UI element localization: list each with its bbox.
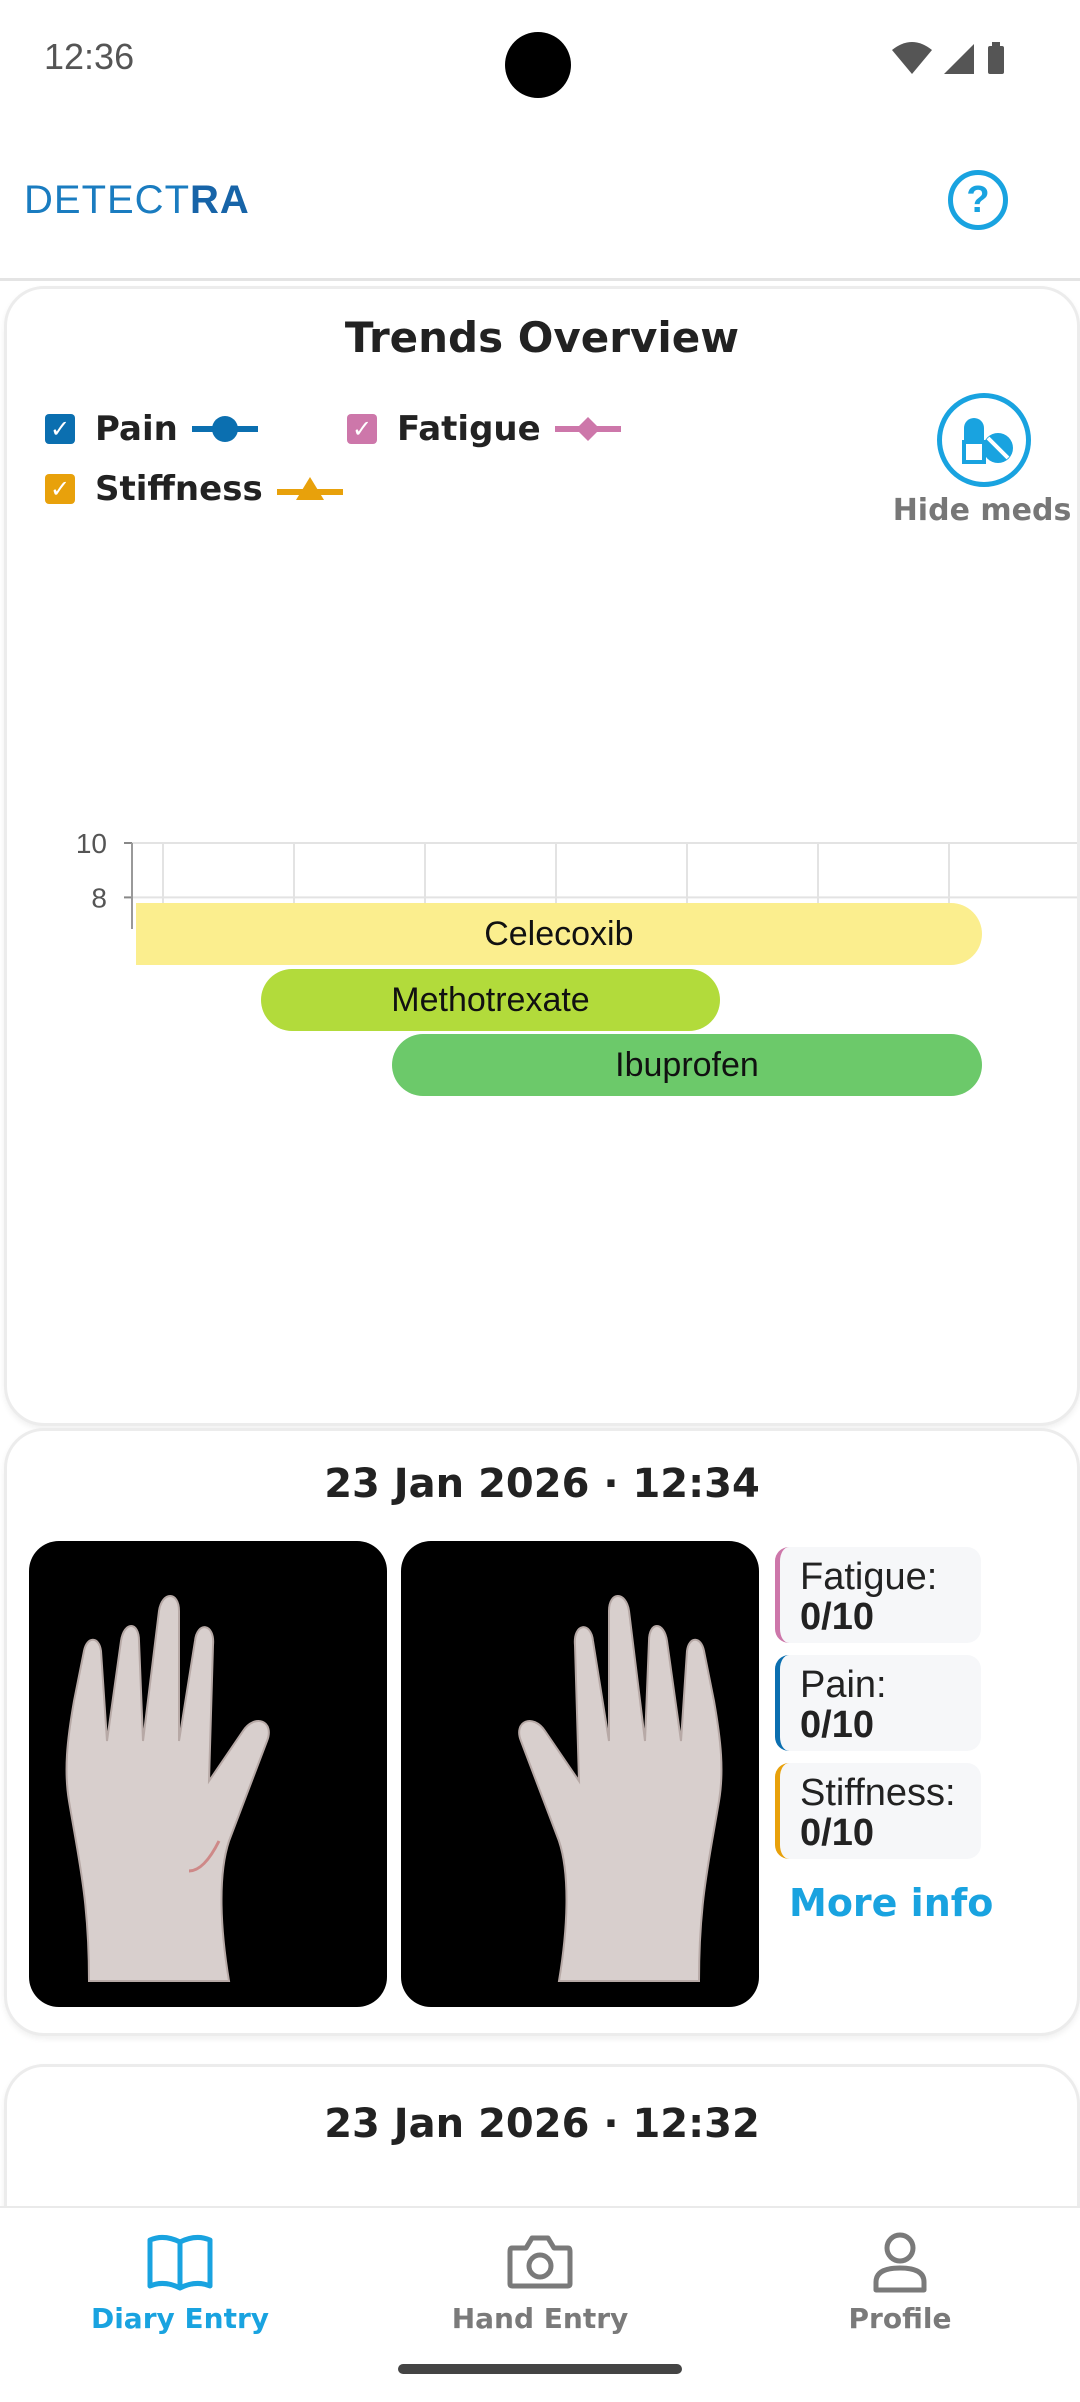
legend-stiffness[interactable]: ✓ Stiffness xyxy=(45,469,345,509)
battery-icon xyxy=(988,46,1004,74)
legend-pain[interactable]: ✓ Pain xyxy=(45,409,260,449)
help-icon[interactable]: ? xyxy=(948,170,1008,230)
pain-stat: Pain: 0/10 xyxy=(775,1655,981,1751)
stat-label: Pain: xyxy=(800,1664,887,1706)
hide-meds-label: Hide meds xyxy=(892,493,1072,528)
legend-fatigue[interactable]: ✓ Fatigue xyxy=(347,409,623,449)
nav-profile[interactable]: Profile xyxy=(720,2208,1080,2402)
left-hand-photo[interactable] xyxy=(29,1541,387,2007)
fatigue-checkbox[interactable]: ✓ xyxy=(347,414,377,444)
medication-name: Ibuprofen xyxy=(615,1045,759,1084)
right-hand-photo[interactable] xyxy=(401,1541,759,2007)
legend-fatigue-label: Fatigue xyxy=(397,409,541,449)
stiffness-line-icon xyxy=(276,477,343,500)
signal-icon xyxy=(944,44,974,74)
status-bar: 12:36 xyxy=(0,0,1080,120)
medication-bar-ibuprofen: Ibuprofen xyxy=(392,1034,982,1096)
more-info-link[interactable]: More info xyxy=(789,1881,993,1925)
trends-chart: 0246810 .1/0121/0121/0123/0123/0123/0123… xyxy=(76,828,1077,929)
stat-value: 0/10 xyxy=(800,1812,874,1854)
legend-pain-label: Pain xyxy=(95,409,178,449)
fatigue-stat: Fatigue: 0/10 xyxy=(775,1547,981,1643)
fatigue-line-icon xyxy=(554,417,621,441)
hand-image xyxy=(518,1595,723,1982)
nav-label: Profile xyxy=(848,2302,952,2335)
camera-cutout xyxy=(505,32,571,98)
home-indicator[interactable] xyxy=(398,2364,682,2374)
wifi-icon xyxy=(892,42,932,74)
y-tick-label: 10 xyxy=(76,828,107,859)
medication-name: Methotrexate xyxy=(391,980,590,1019)
y-tick-label: 8 xyxy=(91,882,107,913)
nav-label: Diary Entry xyxy=(90,2302,270,2335)
nav-label: Hand Entry xyxy=(451,2302,629,2335)
app-logo: DETECTRA xyxy=(24,178,250,223)
pain-checkbox[interactable]: ✓ xyxy=(45,414,75,444)
logo-text: DETECT xyxy=(24,178,190,222)
chart-series xyxy=(777,906,859,929)
chart-grid xyxy=(132,842,1077,929)
book-icon xyxy=(147,2234,213,2291)
stat-value: 0/10 xyxy=(800,1704,874,1746)
diary-entry-card[interactable]: 23 Jan 2026 · 12:34 Fatigue: 0/10 Pain: … xyxy=(4,1428,1080,2036)
nav-diary-entry[interactable]: Diary Entry xyxy=(0,2208,360,2402)
trends-card: Trends Overview ✓ Pain ✓ Fatigue ✓ Stiff… xyxy=(4,286,1080,1426)
camera-icon xyxy=(507,2235,573,2289)
person-icon xyxy=(873,2232,927,2293)
stat-label: Stiffness: xyxy=(800,1772,956,1814)
stat-value: 0/10 xyxy=(800,1596,874,1638)
medication-bar-methotrexate: Methotrexate xyxy=(261,969,720,1031)
trends-title: Trends Overview xyxy=(344,313,740,362)
logo-text-bold: RA xyxy=(190,178,250,222)
entry-title: 23 Jan 2026 · 12:32 xyxy=(324,2101,760,2147)
hand-image xyxy=(65,1595,270,1982)
legend-stiffness-label: Stiffness xyxy=(95,469,263,509)
pain-line-icon xyxy=(191,416,258,442)
app-bar: DETECTRA ? xyxy=(0,120,1080,281)
status-time: 12:36 xyxy=(44,36,135,77)
stiffness-checkbox[interactable]: ✓ xyxy=(45,474,75,504)
entry-title: 23 Jan 2026 · 12:34 xyxy=(324,1461,760,1507)
status-icons xyxy=(892,42,1004,74)
pill-icon xyxy=(962,418,1013,464)
stiffness-stat: Stiffness: 0/10 xyxy=(775,1763,981,1859)
hide-meds-button[interactable] xyxy=(937,393,1031,487)
stat-label: Fatigue: xyxy=(800,1556,938,1598)
